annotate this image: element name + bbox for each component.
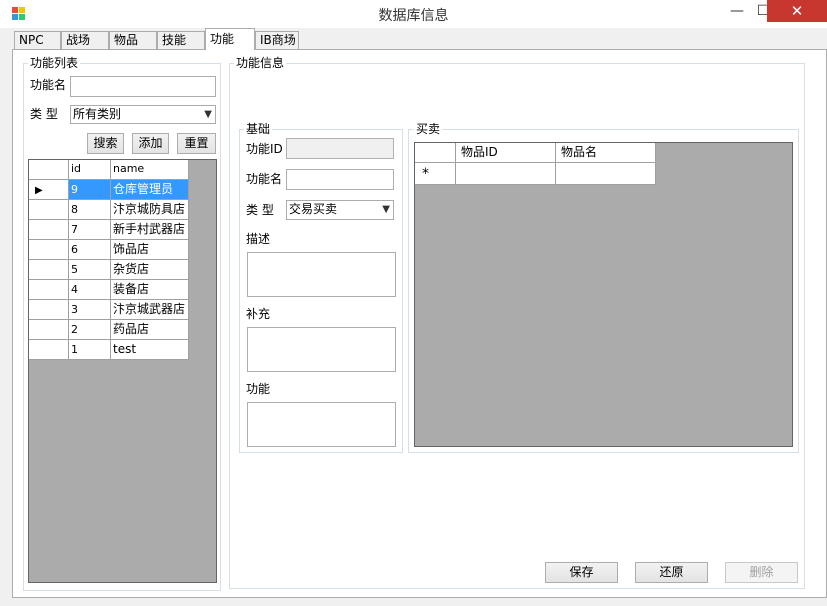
row-header[interactable] bbox=[29, 260, 69, 280]
reset-button[interactable]: 重置 bbox=[177, 133, 216, 154]
minimize-button[interactable]: — bbox=[724, 0, 750, 22]
table-cell-id[interactable]: 7 bbox=[69, 220, 111, 240]
table-cell-name[interactable]: 药品店 bbox=[111, 320, 189, 340]
type-detail-select[interactable]: 交易买卖 ▼ bbox=[286, 200, 394, 220]
row-header[interactable] bbox=[29, 200, 69, 220]
tab-npc[interactable]: NPC bbox=[14, 31, 61, 49]
table-cell-name[interactable]: 汴京城防具店 bbox=[111, 200, 189, 220]
row-header[interactable] bbox=[29, 300, 69, 320]
row-header[interactable]: ▶ bbox=[29, 180, 69, 200]
tab-ib-mall[interactable]: IB商场 bbox=[255, 31, 299, 49]
function-info-title: 功能信息 bbox=[234, 56, 287, 70]
table-cell-name[interactable]: 饰品店 bbox=[111, 240, 189, 260]
type-filter-select[interactable]: 所有类别 ▼ bbox=[70, 105, 216, 124]
description-label: 描述 bbox=[246, 232, 271, 246]
table-cell-id[interactable]: 6 bbox=[69, 240, 111, 260]
column-header-name[interactable]: name bbox=[111, 160, 189, 180]
table-cell-id[interactable]: 2 bbox=[69, 320, 111, 340]
delete-button: 删除 bbox=[725, 562, 798, 583]
trade-items-grid[interactable]: 物品ID 物品名 * bbox=[414, 142, 793, 447]
function-label: 功能 bbox=[246, 382, 271, 396]
new-row-cell-item-id[interactable] bbox=[456, 163, 556, 185]
table-cell-name[interactable]: 新手村武器店 bbox=[111, 220, 189, 240]
table-cell-id[interactable]: 9 bbox=[69, 180, 111, 200]
chevron-down-icon: ▼ bbox=[382, 204, 390, 215]
grid-corner-header bbox=[29, 160, 69, 180]
row-header[interactable] bbox=[29, 240, 69, 260]
function-id-label: 功能ID bbox=[246, 142, 283, 156]
type-filter-value: 所有类别 bbox=[73, 107, 122, 121]
restore-button[interactable]: 还原 bbox=[635, 562, 708, 583]
table-cell-id[interactable]: 5 bbox=[69, 260, 111, 280]
row-header[interactable] bbox=[29, 220, 69, 240]
function-list-title: 功能列表 bbox=[28, 56, 81, 70]
column-header-id[interactable]: id bbox=[69, 160, 111, 180]
table-cell-id[interactable]: 4 bbox=[69, 280, 111, 300]
new-row-cell-item-name[interactable] bbox=[556, 163, 656, 185]
function-textarea[interactable] bbox=[247, 402, 396, 447]
add-button[interactable]: 添加 bbox=[132, 133, 169, 154]
close-button[interactable]: ✕ bbox=[767, 0, 827, 22]
row-header[interactable] bbox=[29, 320, 69, 340]
new-row-header[interactable]: * bbox=[415, 163, 456, 185]
table-cell-name[interactable]: 杂货店 bbox=[111, 260, 189, 280]
chevron-down-icon: ▼ bbox=[204, 109, 212, 120]
row-header[interactable] bbox=[29, 280, 69, 300]
row-header[interactable] bbox=[29, 340, 69, 360]
basic-group-title: 基础 bbox=[244, 122, 273, 136]
table-cell-name[interactable]: 装备店 bbox=[111, 280, 189, 300]
function-name-detail-label: 功能名 bbox=[246, 172, 283, 186]
description-textarea[interactable] bbox=[247, 252, 396, 297]
grid-corner-header bbox=[415, 143, 456, 163]
function-list-grid[interactable]: id name ▶ 9 仓库管理员 8 汴京城防具店 7 新手村武器店 6 饰品… bbox=[28, 159, 217, 583]
table-cell-id[interactable]: 8 bbox=[69, 200, 111, 220]
column-header-item-id[interactable]: 物品ID bbox=[456, 143, 556, 163]
type-detail-label: 类 型 bbox=[246, 203, 274, 217]
tab-skills[interactable]: 技能 bbox=[157, 31, 205, 49]
trade-group-title: 买卖 bbox=[414, 122, 443, 136]
function-name-field[interactable] bbox=[286, 169, 394, 190]
window-title: 数据库信息 bbox=[378, 8, 449, 24]
tab-functions[interactable]: 功能 bbox=[205, 28, 255, 50]
column-header-item-name[interactable]: 物品名 bbox=[556, 143, 656, 163]
tab-items[interactable]: 物品 bbox=[109, 31, 157, 49]
function-name-search-input[interactable] bbox=[70, 76, 216, 97]
save-button[interactable]: 保存 bbox=[545, 562, 618, 583]
table-cell-id[interactable]: 1 bbox=[69, 340, 111, 360]
table-cell-name[interactable]: 汴京城武器店 bbox=[111, 300, 189, 320]
search-button[interactable]: 搜索 bbox=[87, 133, 124, 154]
supplement-textarea[interactable] bbox=[247, 327, 396, 372]
supplement-label: 补充 bbox=[246, 307, 271, 321]
title-bar: 数据库信息 — ☐ ✕ bbox=[0, 0, 827, 28]
tab-battlefield[interactable]: 战场 bbox=[61, 31, 109, 49]
table-cell-name[interactable]: test bbox=[111, 340, 189, 360]
type-detail-value: 交易买卖 bbox=[289, 202, 338, 216]
table-cell-name[interactable]: 仓库管理员 bbox=[111, 180, 189, 200]
function-name-label: 功能名 bbox=[30, 78, 67, 92]
table-cell-id[interactable]: 3 bbox=[69, 300, 111, 320]
function-id-field bbox=[286, 138, 394, 159]
current-row-arrow-icon: ▶ bbox=[35, 185, 43, 196]
type-filter-label: 类 型 bbox=[30, 107, 58, 121]
